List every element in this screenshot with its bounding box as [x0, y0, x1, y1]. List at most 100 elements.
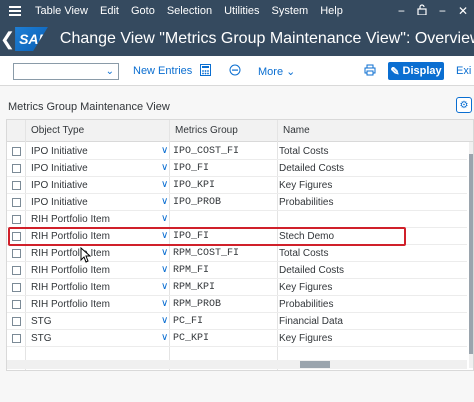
cell-name: Detailed Costs [279, 163, 345, 174]
chevron-down-icon[interactable]: ∨ [161, 247, 168, 258]
display-label: Display [402, 65, 442, 77]
row-checkbox[interactable] [12, 334, 21, 343]
minimize-icon[interactable]: − [398, 4, 405, 18]
mouse-cursor-icon [80, 247, 92, 263]
chevron-down-icon[interactable]: ∨ [161, 196, 168, 207]
page-title: Change View "Metrics Group Maintenance V… [59, 30, 474, 47]
vertical-scroll-thumb[interactable] [469, 154, 473, 354]
cell-name: Key Figures [279, 282, 333, 293]
cell-object-type: IPO Initiative [31, 146, 88, 157]
settings-icon[interactable]: ⚙ [456, 97, 472, 113]
table-row[interactable]: RIH Portfolio Item ∨ RPM_KPI Key Figures [7, 279, 467, 296]
cell-name: Probabilities [279, 299, 334, 310]
cell-object-type: RIH Portfolio Item [31, 299, 110, 310]
header-object-type[interactable]: Object Type [31, 125, 84, 136]
chevron-down-icon[interactable]: ∨ [161, 315, 168, 326]
chevron-down-icon[interactable]: ∨ [161, 281, 168, 292]
table-row[interactable]: RIH Portfolio Item ∨ RPM_PROB Probabilities [7, 296, 467, 313]
data-table: Object Type Metrics Group Name IPO Initi… [6, 119, 474, 371]
cell-metrics-group[interactable]: IPO_KPI [173, 180, 215, 191]
row-checkbox[interactable] [12, 215, 21, 224]
new-entries-button[interactable]: New Entries [133, 65, 192, 77]
cell-name: Total Costs [279, 146, 329, 157]
chevron-down-icon: ⌄ [105, 66, 114, 77]
horizontal-scrollbar[interactable] [7, 360, 467, 369]
chevron-down-icon[interactable]: ∨ [161, 264, 168, 275]
cell-name: Total Costs [279, 248, 329, 259]
cell-metrics-group[interactable]: RPM_COST_FI [173, 248, 239, 259]
cell-metrics-group[interactable]: IPO_PROB [173, 197, 221, 208]
cell-metrics-group[interactable]: RPM_PROB [173, 299, 221, 310]
print-icon[interactable] [364, 64, 376, 79]
back-icon[interactable]: ❮ [0, 29, 15, 50]
header-name[interactable]: Name [283, 125, 310, 136]
vertical-scrollbar[interactable] [469, 142, 473, 368]
cell-metrics-group[interactable]: RPM_KPI [173, 282, 215, 293]
cell-object-type: STG [31, 316, 52, 327]
menu-goto[interactable]: Goto [126, 5, 162, 17]
cell-object-type: STG [31, 333, 52, 344]
cell-object-type: RIH Portfolio Item [31, 282, 110, 293]
cell-metrics-group[interactable]: RPM_FI [173, 265, 209, 276]
hamburger-icon[interactable] [0, 6, 30, 16]
more-button[interactable]: More ⌄ [258, 65, 295, 78]
cell-metrics-group[interactable]: IPO_COST_FI [173, 146, 239, 157]
cell-metrics-group[interactable]: PC_KPI [173, 333, 209, 344]
row-checkbox[interactable] [12, 198, 21, 207]
section-title: Metrics Group Maintenance View [8, 101, 170, 113]
menu-system[interactable]: System [267, 5, 316, 17]
cell-object-type: IPO Initiative [31, 163, 88, 174]
row-checkbox[interactable] [12, 181, 21, 190]
lock-icon[interactable] [417, 4, 427, 18]
row-highlight [8, 227, 406, 246]
minus-circle-icon[interactable] [229, 64, 241, 79]
more-label: More [258, 66, 284, 78]
menu-utilities[interactable]: Utilities [219, 5, 266, 17]
row-checkbox[interactable] [12, 266, 21, 275]
toolbar: ⌄ New Entries More ⌄ ✎ Display Exi [0, 56, 474, 86]
header-metrics-group[interactable]: Metrics Group [175, 125, 238, 136]
chevron-down-icon[interactable]: ∨ [161, 213, 168, 224]
row-checkbox[interactable] [12, 300, 21, 309]
table-row[interactable]: STG ∨ PC_FI Financial Data [7, 313, 467, 330]
command-field[interactable]: ⌄ [13, 63, 119, 80]
cell-name: Key Figures [279, 333, 333, 344]
title-bar: ❮ SAP Change View "Metrics Group Mainten… [0, 22, 474, 56]
exit-button[interactable]: Exi [456, 65, 471, 77]
table-header: Object Type Metrics Group Name [7, 120, 473, 142]
display-icon: ✎ [390, 65, 400, 78]
chevron-down-icon[interactable]: ∨ [161, 179, 168, 190]
menu-selection[interactable]: Selection [162, 5, 219, 17]
chevron-down-icon[interactable]: ∨ [161, 332, 168, 343]
calculator-icon[interactable] [200, 64, 211, 79]
table-row[interactable]: IPO Initiative ∨ IPO_PROB Probabilities [7, 194, 467, 211]
cell-metrics-group[interactable]: PC_FI [173, 316, 203, 327]
chevron-down-icon[interactable]: ∨ [161, 145, 168, 156]
close-icon[interactable]: ✕ [458, 4, 468, 18]
table-row[interactable]: RIH Portfolio Item ∨ [7, 211, 467, 228]
row-checkbox[interactable] [12, 249, 21, 258]
table-row[interactable]: IPO Initiative ∨ IPO_COST_FI Total Costs [7, 143, 467, 160]
cell-name: Financial Data [279, 316, 343, 327]
menu-edit[interactable]: Edit [95, 5, 126, 17]
table-row[interactable]: IPO Initiative ∨ IPO_FI Detailed Costs [7, 160, 467, 177]
row-checkbox[interactable] [12, 317, 21, 326]
menu-bar: Table View Edit Goto Selection Utilities… [0, 0, 474, 22]
restore-icon[interactable]: − [439, 4, 446, 18]
chevron-down-icon[interactable]: ∨ [161, 162, 168, 173]
table-row[interactable]: RIH Portfolio Item ∨ RPM_COST_FI Total Cost… [7, 245, 467, 262]
chevron-down-icon[interactable]: ∨ [161, 298, 168, 309]
display-button[interactable]: ✎ Display [388, 62, 444, 80]
row-checkbox[interactable] [12, 164, 21, 173]
cell-metrics-group[interactable]: IPO_FI [173, 163, 209, 174]
table-row[interactable]: STG ∨ PC_KPI Key Figures [7, 330, 467, 347]
row-checkbox[interactable] [12, 283, 21, 292]
menu-help[interactable]: Help [315, 5, 350, 17]
row-checkbox[interactable] [12, 147, 21, 156]
cell-name: Detailed Costs [279, 265, 345, 276]
cell-object-type: IPO Initiative [31, 180, 88, 191]
table-row[interactable]: RIH Portfolio Item ∨ RPM_FI Detailed Costs [7, 262, 467, 279]
table-row[interactable]: IPO Initiative ∨ IPO_KPI Key Figures [7, 177, 467, 194]
horizontal-scroll-thumb[interactable] [300, 361, 330, 368]
menu-table-view[interactable]: Table View [30, 5, 95, 17]
